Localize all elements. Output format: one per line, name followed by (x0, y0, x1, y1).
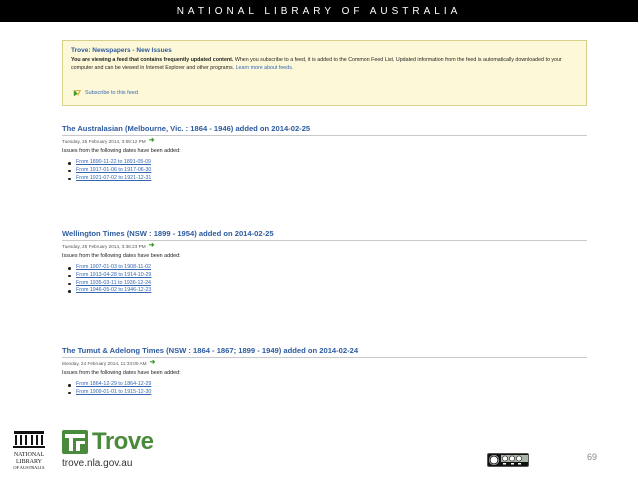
rss-icon (73, 89, 81, 97)
svg-text:OF AUSTRALIA: OF AUSTRALIA (13, 465, 45, 470)
timestamp-text: Monday, 24 February 2014, 11:33:00 AM (62, 360, 147, 366)
feed-timestamp: Tuesday, 25 February 2014, 3:59:12 PM ➜ (62, 137, 587, 144)
page-number: 69 (587, 452, 598, 462)
svg-text:NATIONAL: NATIONAL (14, 452, 45, 458)
issue-link[interactable]: From 1913-04-28 to 1914-10-29 (68, 272, 587, 280)
creative-commons-icon (487, 453, 529, 467)
notice-body: You are viewing a feed that contains fre… (71, 57, 576, 72)
feed-notice: Trove: Newspapers - New Issues You are v… (62, 40, 587, 106)
issue-link[interactable]: From 1907-01-03 to 1908-11-02 (68, 264, 587, 272)
green-arrow-icon[interactable]: ➜ (149, 242, 155, 249)
notice-title: Trove: Newspapers - New Issues (71, 47, 172, 54)
subscribe-link[interactable]: Subscribe to this feed (73, 89, 138, 97)
trove-url[interactable]: trove.nla.gov.au (62, 458, 132, 469)
subscribe-label: Subscribe to this feed (85, 90, 138, 96)
feed-timestamp: Tuesday, 25 February 2014, 3:36:23 PM ➜ (62, 242, 587, 249)
feed-item: Wellington Times (NSW : 1899 - 1954) add… (62, 229, 587, 295)
green-arrow-icon[interactable]: ➜ (149, 137, 155, 144)
notice-bold-text: You are viewing a feed that contains fre… (71, 57, 234, 63)
issue-list: From 1864-12-29 to 1864-12-29 From 1909-… (62, 381, 587, 397)
timestamp-text: Tuesday, 25 February 2014, 3:59:12 PM (62, 138, 146, 144)
issue-link[interactable]: From 1890-11-22 to 1891-05-09 (68, 159, 587, 167)
issue-link[interactable]: From 1909-01-01 to 1915-12-30 (68, 389, 587, 397)
timestamp-text: Tuesday, 25 February 2014, 3:36:23 PM (62, 243, 146, 249)
issue-list: From 1890-11-22 to 1891-05-09 From 1917-… (62, 159, 587, 182)
feed-intro: Issues from the following dates have bee… (62, 370, 181, 376)
issue-link[interactable]: From 1921-07-02 to 1921-12-31 (68, 175, 587, 183)
feed-title[interactable]: Wellington Times (NSW : 1899 - 1954) add… (62, 229, 587, 241)
feed-item: The Australasian (Melbourne, Vic. : 1864… (62, 124, 587, 182)
feed-intro: Issues from the following dates have bee… (62, 253, 181, 259)
feed-title[interactable]: The Australasian (Melbourne, Vic. : 1864… (62, 124, 587, 136)
green-arrow-icon[interactable]: ➜ (150, 359, 156, 366)
issue-link[interactable]: From 1864-12-29 to 1864-12-29 (68, 381, 587, 389)
feed-item: The Tumut & Adelong Times (NSW : 1864 - … (62, 346, 587, 397)
issue-link[interactable]: From 1935-03-11 to 1936-12-24 (68, 280, 587, 288)
issue-list: From 1907-01-03 to 1908-11-02 From 1913-… (62, 264, 587, 295)
trove-logo: Trove (62, 429, 154, 455)
feed-title[interactable]: The Tumut & Adelong Times (NSW : 1864 - … (62, 346, 587, 358)
header-bar: NATIONAL LIBRARY OF AUSTRALIA (0, 0, 638, 22)
feed-intro: Issues from the following dates have bee… (62, 148, 181, 154)
feed-timestamp: Monday, 24 February 2014, 11:33:00 AM ➜ (62, 359, 587, 366)
nla-logo: NATIONAL LIBRARY OF AUSTRALIA (13, 431, 45, 470)
issue-link[interactable]: From 1946-05-02 to 1946-12-23 (68, 287, 587, 295)
trove-name: Trove (92, 428, 154, 455)
issue-link[interactable]: From 1917-01-06 to 1917-06-30 (68, 167, 587, 175)
learn-more-link[interactable]: Learn more about feeds. (236, 65, 294, 71)
trove-logo-icon (62, 430, 88, 454)
header-title: NATIONAL LIBRARY OF AUSTRALIA (176, 5, 462, 17)
